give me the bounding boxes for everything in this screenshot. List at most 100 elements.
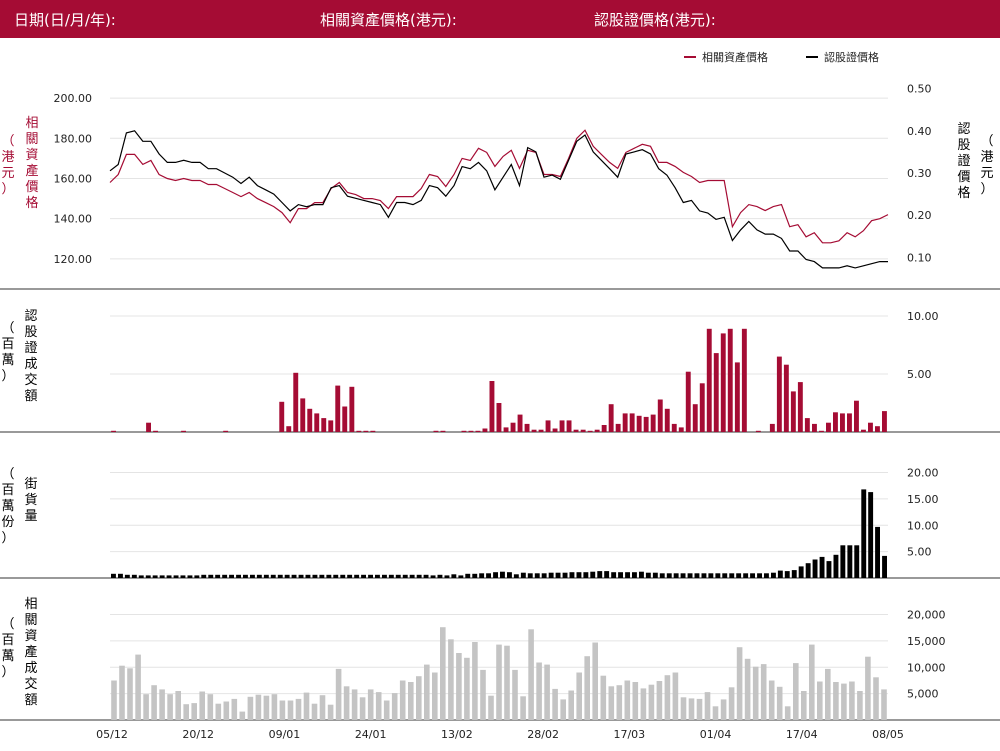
bar xyxy=(729,573,735,578)
bar xyxy=(659,573,665,578)
left-tick-label: 140.00 xyxy=(54,213,93,226)
bar xyxy=(587,430,593,432)
bar xyxy=(335,385,341,432)
bar xyxy=(566,420,572,432)
x-tick-label: 28/02 xyxy=(527,728,559,741)
bar xyxy=(744,658,751,720)
bar xyxy=(826,561,832,578)
x-tick-label: 24/01 xyxy=(355,728,387,741)
bar xyxy=(736,573,742,578)
bar xyxy=(293,372,299,432)
bar xyxy=(643,416,649,432)
x-tick-label: 01/04 xyxy=(700,728,732,741)
bar xyxy=(159,575,165,578)
bar xyxy=(857,691,863,720)
bar xyxy=(622,413,628,432)
bar xyxy=(279,700,286,720)
bar xyxy=(713,353,719,432)
vertical-label: （港元） xyxy=(1,134,14,197)
bar xyxy=(504,645,510,720)
bar xyxy=(639,571,644,578)
bar xyxy=(552,688,558,720)
bar xyxy=(208,574,214,578)
bar xyxy=(416,574,422,578)
vertical-label: （百萬份） xyxy=(1,467,14,546)
bar xyxy=(207,694,214,720)
x-tick-label: 13/02 xyxy=(441,728,473,741)
bar xyxy=(701,573,707,578)
bar xyxy=(510,422,516,432)
bar xyxy=(562,572,568,578)
bar xyxy=(616,685,623,720)
bar xyxy=(375,574,380,578)
bar xyxy=(809,644,815,720)
bar xyxy=(408,682,414,720)
bar xyxy=(367,689,374,720)
bar xyxy=(312,574,318,578)
bar xyxy=(201,574,207,578)
bar xyxy=(343,686,350,720)
bar xyxy=(583,572,589,578)
bar xyxy=(833,554,839,578)
bar xyxy=(327,704,334,720)
bar xyxy=(833,412,838,432)
bar xyxy=(472,642,478,720)
bar xyxy=(298,574,304,578)
bar xyxy=(349,386,355,432)
bar xyxy=(692,404,698,432)
bar xyxy=(256,574,262,578)
bar xyxy=(568,690,574,720)
bar xyxy=(840,413,845,432)
bar xyxy=(131,574,137,578)
bar xyxy=(311,703,318,720)
bar xyxy=(284,574,290,578)
bar xyxy=(382,574,387,578)
bar xyxy=(750,573,755,578)
bar xyxy=(475,430,481,432)
tick-label: 15.00 xyxy=(907,493,939,506)
bar xyxy=(368,574,373,578)
bar xyxy=(798,566,804,578)
bar xyxy=(534,573,540,578)
bar xyxy=(687,573,693,578)
bar xyxy=(440,627,446,720)
bar xyxy=(159,689,165,720)
bar xyxy=(812,559,818,578)
bar xyxy=(517,414,523,432)
vertical-label: 相關資產成交額 xyxy=(24,597,37,708)
bar xyxy=(215,703,222,720)
right-tick-label: 0.40 xyxy=(907,125,932,138)
bar xyxy=(468,430,474,432)
bar xyxy=(819,556,825,578)
bar xyxy=(555,572,561,578)
bar xyxy=(354,574,360,578)
bar xyxy=(797,382,803,432)
bar xyxy=(496,644,502,720)
bar xyxy=(383,700,390,720)
bar xyxy=(124,574,130,578)
bar xyxy=(882,555,887,578)
grid xyxy=(110,97,888,695)
bar xyxy=(359,697,366,720)
bar xyxy=(402,574,408,578)
bar xyxy=(363,430,369,432)
bar xyxy=(513,574,519,578)
right-tick-label: 0.20 xyxy=(907,209,932,222)
bar xyxy=(611,572,617,578)
bar xyxy=(528,629,534,720)
bar xyxy=(861,489,867,578)
bar xyxy=(416,676,422,720)
bar xyxy=(464,657,470,720)
bar xyxy=(727,328,733,432)
bar xyxy=(882,411,887,432)
bar xyxy=(173,575,179,578)
bar xyxy=(239,711,246,720)
bar xyxy=(826,422,831,432)
bar xyxy=(541,573,547,578)
bar xyxy=(118,573,123,578)
bar xyxy=(370,430,376,432)
tick-label: 10.00 xyxy=(907,310,939,323)
bar xyxy=(496,403,502,432)
bar xyxy=(424,664,430,720)
bar xyxy=(333,574,339,578)
